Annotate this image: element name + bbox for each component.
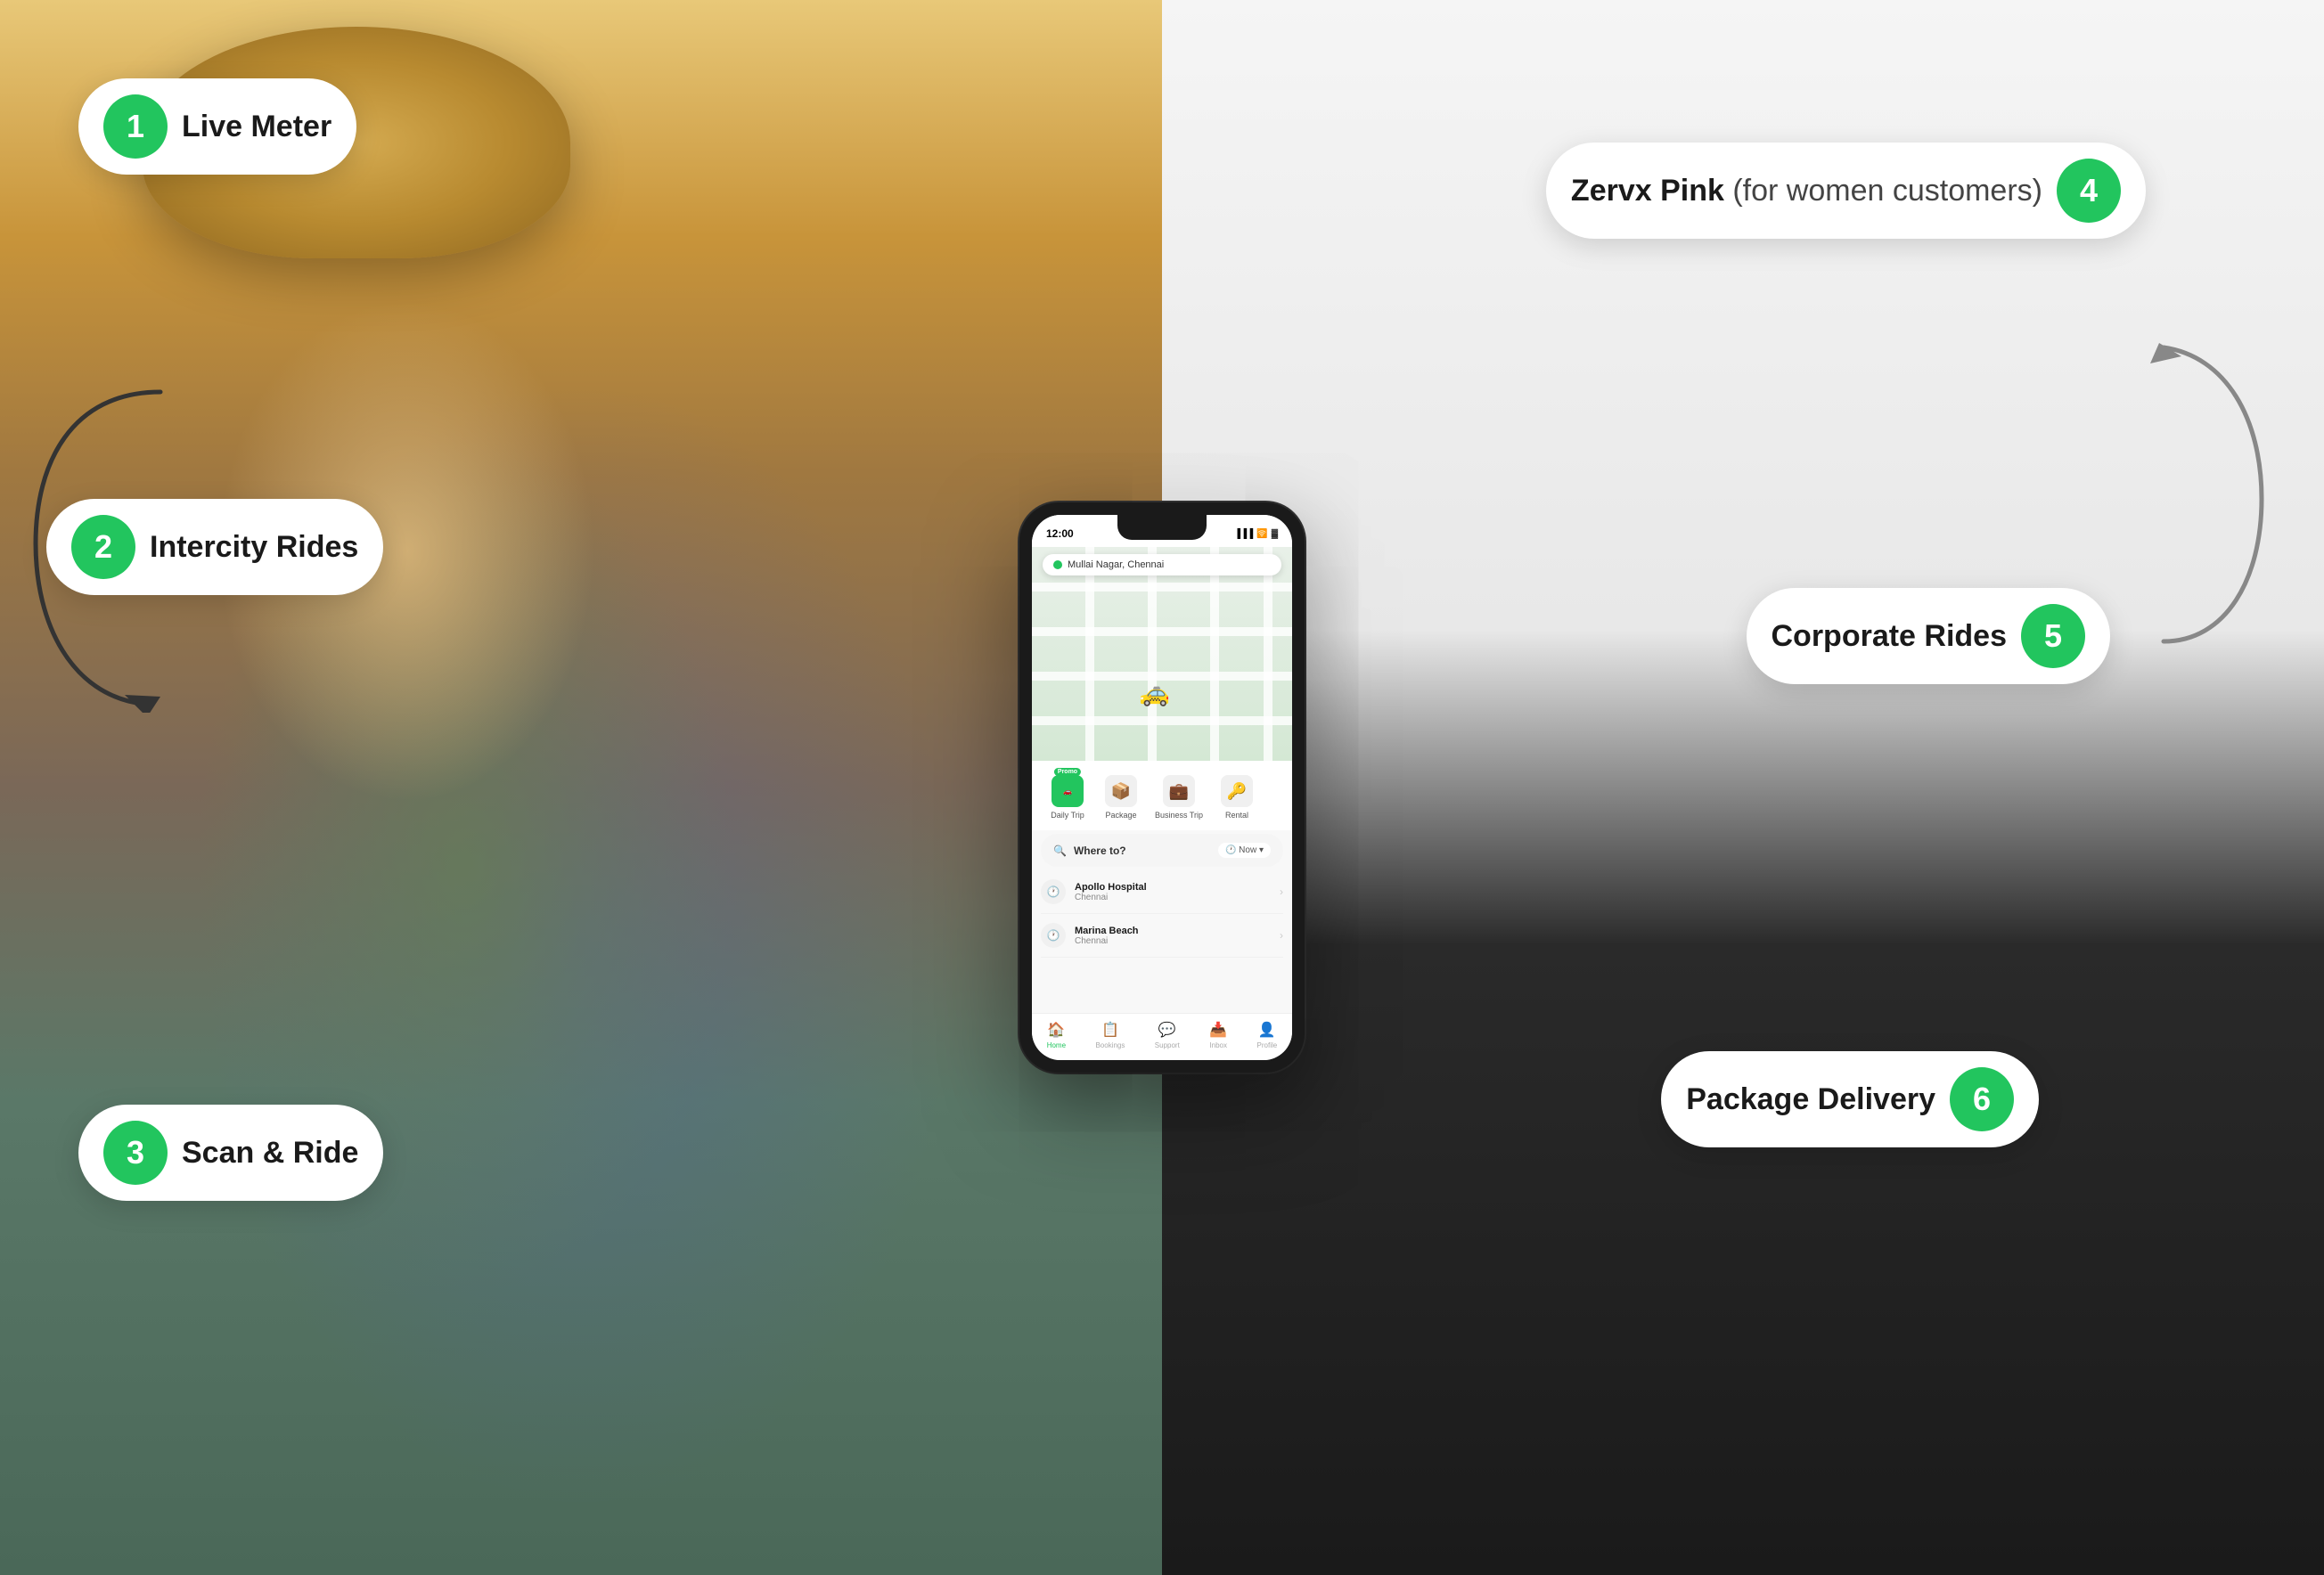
- location-text: Mullai Nagar, Chennai: [1068, 559, 1164, 570]
- place-marina-name: Marina Beach: [1075, 926, 1271, 936]
- tab-package-icon: 📦: [1105, 775, 1137, 807]
- place-apollo-info: Apollo Hospital Chennai: [1075, 882, 1271, 902]
- now-text: Now: [1239, 845, 1256, 855]
- phone-screen: 12:00 ▐▐▐ 🛜 ▓: [1032, 515, 1292, 1060]
- place-apollo-city: Chennai: [1075, 893, 1271, 902]
- badge-1-label: Live Meter: [182, 110, 331, 144]
- map-grid: [1032, 547, 1292, 761]
- place-marina-arrow: ›: [1280, 929, 1283, 942]
- nav-home-label: Home: [1047, 1041, 1066, 1049]
- road-h2: [1032, 627, 1292, 636]
- place-marina-info: Marina Beach Chennai: [1075, 926, 1271, 946]
- badge-scan-ride: 3 Scan & Ride: [78, 1105, 383, 1201]
- now-button[interactable]: 🕐 Now ▾: [1218, 843, 1271, 858]
- road-v2: [1148, 547, 1157, 761]
- photo-bg: [0, 0, 1162, 1575]
- nav-support[interactable]: 💬 Support: [1155, 1021, 1180, 1049]
- badge-2-number: 2: [71, 515, 135, 579]
- tab-daily-trip[interactable]: Promo 🚗 Daily Trip: [1041, 771, 1094, 823]
- location-dot: [1053, 560, 1062, 569]
- tab-rental-icon: 🔑: [1221, 775, 1253, 807]
- map-area: Mullai Nagar, Chennai 🚕: [1032, 547, 1292, 761]
- nav-support-label: Support: [1155, 1041, 1180, 1049]
- taxi-icon: 🚕: [1139, 678, 1170, 707]
- road-v1: [1085, 547, 1094, 761]
- nav-inbox-label: Inbox: [1209, 1041, 1227, 1049]
- badge-2-label: Intercity Rides: [150, 530, 358, 565]
- tab-business-icon: 💼: [1163, 775, 1195, 807]
- badge-corporate: 5 Corporate Rides: [1747, 588, 2111, 684]
- wifi-icon: 🛜: [1256, 529, 1267, 539]
- status-time: 12:00: [1046, 527, 1074, 540]
- inbox-icon: 📥: [1209, 1021, 1227, 1039]
- arrow-right-decor: [2137, 339, 2279, 659]
- badge-package: 6 Package Delivery: [1661, 1051, 2039, 1147]
- badge-5-number: 5: [2021, 604, 2085, 668]
- tab-rental[interactable]: 🔑 Rental: [1210, 771, 1264, 823]
- badge-zervx-pink: 4 Zervx Pink (for women customers): [1546, 143, 2146, 239]
- badge-6-label: Package Delivery: [1686, 1082, 1935, 1117]
- place-apollo-arrow: ›: [1280, 885, 1283, 898]
- nav-bookings-label: Bookings: [1095, 1041, 1125, 1049]
- bottom-nav: 🏠 Home 📋 Bookings 💬 Support 📥 Inbox 👤: [1032, 1013, 1292, 1060]
- tab-daily-icon: Promo 🚗: [1052, 775, 1084, 807]
- tab-package[interactable]: 📦 Package: [1094, 771, 1148, 823]
- badge-3-label: Scan & Ride: [182, 1136, 358, 1171]
- badge-4-label: Zervx Pink (for women customers): [1571, 174, 2042, 208]
- signal-icon: ▐▐▐: [1234, 529, 1253, 539]
- place-marina-icon: 🕐: [1041, 923, 1066, 948]
- place-apollo-icon: 🕐: [1041, 879, 1066, 904]
- place-marina[interactable]: 🕐 Marina Beach Chennai ›: [1041, 914, 1283, 958]
- place-apollo[interactable]: 🕐 Apollo Hospital Chennai ›: [1041, 870, 1283, 914]
- recent-places: 🕐 Apollo Hospital Chennai › 🕐 Marina Bea…: [1032, 870, 1292, 958]
- where-to-left: 🔍 Where to?: [1053, 845, 1126, 857]
- status-icons: ▐▐▐ 🛜 ▓: [1234, 529, 1278, 539]
- nav-bookings[interactable]: 📋 Bookings: [1095, 1021, 1125, 1049]
- badge-6-number: 6: [1950, 1067, 2014, 1131]
- badge-intercity: 2 Intercity Rides: [46, 499, 383, 595]
- road-v4: [1264, 547, 1272, 761]
- nav-profile-label: Profile: [1257, 1041, 1278, 1049]
- service-tabs: Promo 🚗 Daily Trip 📦 Package 💼 Business …: [1032, 761, 1292, 830]
- map-location-bar: Mullai Nagar, Chennai: [1043, 554, 1281, 575]
- profile-icon: 👤: [1258, 1021, 1276, 1039]
- place-marina-city: Chennai: [1075, 936, 1271, 946]
- tab-package-label: Package: [1105, 811, 1136, 820]
- badge-live-meter: 1 Live Meter: [78, 78, 356, 175]
- support-icon: 💬: [1158, 1021, 1176, 1039]
- home-icon: 🏠: [1047, 1021, 1065, 1039]
- nav-home[interactable]: 🏠 Home: [1047, 1021, 1066, 1049]
- battery-icon: ▓: [1272, 529, 1278, 539]
- badge-1-number: 1: [103, 94, 168, 159]
- road-h4: [1032, 716, 1292, 725]
- tab-daily-label: Daily Trip: [1051, 811, 1084, 820]
- tab-rental-label: Rental: [1225, 811, 1248, 820]
- place-apollo-name: Apollo Hospital: [1075, 882, 1271, 893]
- phone-notch: [1117, 515, 1207, 540]
- where-to-text: Where to?: [1074, 845, 1126, 857]
- phone-body: 12:00 ▐▐▐ 🛜 ▓: [1019, 502, 1305, 1073]
- phone-mockup: 12:00 ▐▐▐ 🛜 ▓: [1019, 502, 1305, 1073]
- road-h1: [1032, 583, 1292, 592]
- nav-inbox[interactable]: 📥 Inbox: [1209, 1021, 1227, 1049]
- badge-4-number: 4: [2057, 159, 2121, 223]
- badge-3-number: 3: [103, 1121, 168, 1185]
- clock-icon: 🕐: [1225, 845, 1236, 855]
- search-icon: 🔍: [1053, 845, 1067, 857]
- badge-5-label: Corporate Rides: [1772, 619, 2008, 654]
- nav-profile[interactable]: 👤 Profile: [1257, 1021, 1278, 1049]
- tab-business-label: Business Trip: [1155, 811, 1203, 820]
- tab-business[interactable]: 💼 Business Trip: [1148, 771, 1210, 823]
- road-v3: [1210, 547, 1219, 761]
- bookings-icon: 📋: [1101, 1021, 1119, 1039]
- promo-tag: Promo: [1054, 768, 1081, 776]
- where-to-bar[interactable]: 🔍 Where to? 🕐 Now ▾: [1041, 834, 1283, 867]
